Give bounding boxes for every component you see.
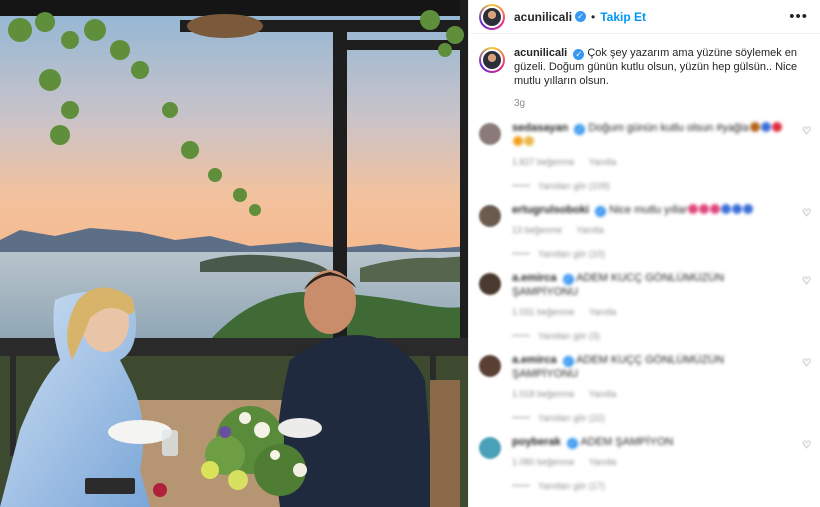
instagram-post-view: acunilicali ✓ • Takip Et ••• acunilicali… xyxy=(0,0,820,507)
emoji-icon xyxy=(513,136,523,146)
follow-button[interactable]: Takip Et xyxy=(600,10,646,24)
emoji-icon xyxy=(749,122,760,132)
comment-likes[interactable]: 13 beğenme xyxy=(512,225,562,235)
comment-avatar[interactable] xyxy=(479,205,501,227)
view-replies-button[interactable]: Yanıtları gör (10) xyxy=(512,249,782,259)
comment-likes[interactable]: 1.031 beğenme xyxy=(512,307,575,317)
more-options-icon[interactable]: ••• xyxy=(789,9,808,24)
comments-list: sedasayan ✓ Doğum günün kutlu olsun #yağ… xyxy=(469,121,820,491)
emoji-icon xyxy=(771,122,782,132)
comment-username[interactable]: a.emirca xyxy=(512,272,557,284)
comment-meta: 13 beğenme Yanıtla xyxy=(512,225,782,235)
heart-icon[interactable]: ♡ xyxy=(802,127,812,137)
heart-icon[interactable]: ♡ xyxy=(802,209,812,219)
comment-meta: 1.031 beğenme Yanıtla xyxy=(512,307,782,317)
verified-badge-icon: ✓ xyxy=(595,206,607,217)
separator-dot: • xyxy=(591,9,596,24)
comment-username[interactable]: ertugrulsoboki xyxy=(512,204,589,216)
comment-item: a.emirca ✓ ADEM KUÇÇ GÖNLÜMÜZÜN ŞAMPİYON… xyxy=(469,353,820,423)
comment-meta: 1.827 beğenme Yanıtla xyxy=(512,157,782,167)
comment-likes[interactable]: 1.080 beğenme xyxy=(512,457,575,467)
verified-badge-icon: ✓ xyxy=(574,124,586,135)
view-replies-button[interactable]: Yanıtları gör (109) xyxy=(512,181,782,191)
emoji-icon xyxy=(699,204,710,214)
emoji-icon xyxy=(721,204,732,214)
comment-avatar[interactable] xyxy=(479,355,501,377)
comment-item: sedasayan ✓ Doğum günün kutlu olsun #yağ… xyxy=(469,121,820,191)
comment-item: poyberak ✓ ADEM ŞAMPİYON 1.080 beğenme Y… xyxy=(469,435,820,491)
verified-badge-icon: ✓ xyxy=(562,274,574,285)
username-link[interactable]: acunilicali xyxy=(514,10,572,24)
comment-likes[interactable]: 1.827 beğenme xyxy=(512,157,575,167)
verified-badge-icon: ✓ xyxy=(575,11,587,22)
comment-avatar[interactable] xyxy=(479,273,501,295)
comment-text-block: a.emirca ✓ ADEM KUÇÇ GÖNLÜMÜZÜN ŞAMPİYON… xyxy=(512,353,782,381)
reply-button[interactable]: Yanıtla xyxy=(589,157,616,167)
post-timestamp[interactable]: 3g xyxy=(514,98,820,109)
comment-likes[interactable]: 1.018 beğenme xyxy=(512,389,575,399)
comment-text: ADEM ŞAMPİYON xyxy=(580,436,674,448)
emoji-icon xyxy=(732,204,743,214)
heart-icon[interactable]: ♡ xyxy=(802,277,812,287)
post-sidebar: acunilicali ✓ • Takip Et ••• acunilicali… xyxy=(468,0,820,507)
reply-button[interactable]: Yanıtla xyxy=(589,389,616,399)
caption-text-block: acunilicali ✓ Çok şey yazarım ama yüzüne… xyxy=(514,46,804,88)
comment-text-block: sedasayan ✓ Doğum günün kutlu olsun #yağ… xyxy=(512,121,782,149)
post-photo[interactable] xyxy=(0,0,468,507)
view-replies-button[interactable]: Yanıtları gör (17) xyxy=(512,481,782,491)
view-replies-button[interactable]: Yanıtları gör (3) xyxy=(512,331,782,341)
comment-username[interactable]: sedasayan xyxy=(512,122,568,134)
comment-item: ertugrulsoboki ✓ Nice mutlu yıllar 13 be… xyxy=(469,203,820,259)
comment-meta: 1.018 beğenme Yanıtla xyxy=(512,389,782,399)
post-header: acunilicali ✓ • Takip Et ••• xyxy=(469,0,820,34)
emoji-icon xyxy=(760,122,771,132)
comment-username[interactable]: a.emirca xyxy=(512,354,557,366)
reply-button[interactable]: Yanıtla xyxy=(576,225,603,235)
comment-text-block: poyberak ✓ ADEM ŞAMPİYON xyxy=(512,435,782,449)
verified-badge-icon: ✓ xyxy=(566,438,578,449)
comment-text: Doğum günün kutlu olsun #yağla xyxy=(588,122,749,134)
comment-text-block: a.emirca ✓ ADEM KUCÇ GÖNLÜMÜZÜN ŞAMPİYON… xyxy=(512,271,782,299)
reply-button[interactable]: Yanıtla xyxy=(589,307,616,317)
comment-text-block: ertugrulsoboki ✓ Nice mutlu yıllar xyxy=(512,203,782,217)
comment-avatar[interactable] xyxy=(479,437,501,459)
comment-username[interactable]: poyberak xyxy=(512,436,561,448)
caption-username[interactable]: acunilicali xyxy=(514,47,567,59)
verified-badge-icon: ✓ xyxy=(562,356,574,367)
view-replies-button[interactable]: Yanıtları gör (22) xyxy=(512,413,782,423)
avatar[interactable] xyxy=(479,3,505,30)
emoji-icon xyxy=(524,136,534,146)
emoji-icon xyxy=(743,204,754,214)
comment-meta: 1.080 beğenme Yanıtla xyxy=(512,457,782,467)
heart-icon[interactable]: ♡ xyxy=(802,441,812,451)
verified-badge-icon: ✓ xyxy=(573,49,585,60)
emoji-icon xyxy=(710,204,721,214)
reply-button[interactable]: Yanıtla xyxy=(589,457,616,467)
comment-text: Nice mutlu yıllar xyxy=(609,204,688,216)
heart-icon[interactable]: ♡ xyxy=(802,359,812,369)
comment-avatar[interactable] xyxy=(479,123,501,145)
post-caption: acunilicali ✓ Çok şey yazarım ama yüzüne… xyxy=(469,34,820,88)
photo-illustration xyxy=(0,0,468,507)
comment-item: a.emirca ✓ ADEM KUCÇ GÖNLÜMÜZÜN ŞAMPİYON… xyxy=(469,271,820,341)
caption-avatar[interactable] xyxy=(479,47,505,73)
emoji-icon xyxy=(688,204,699,214)
